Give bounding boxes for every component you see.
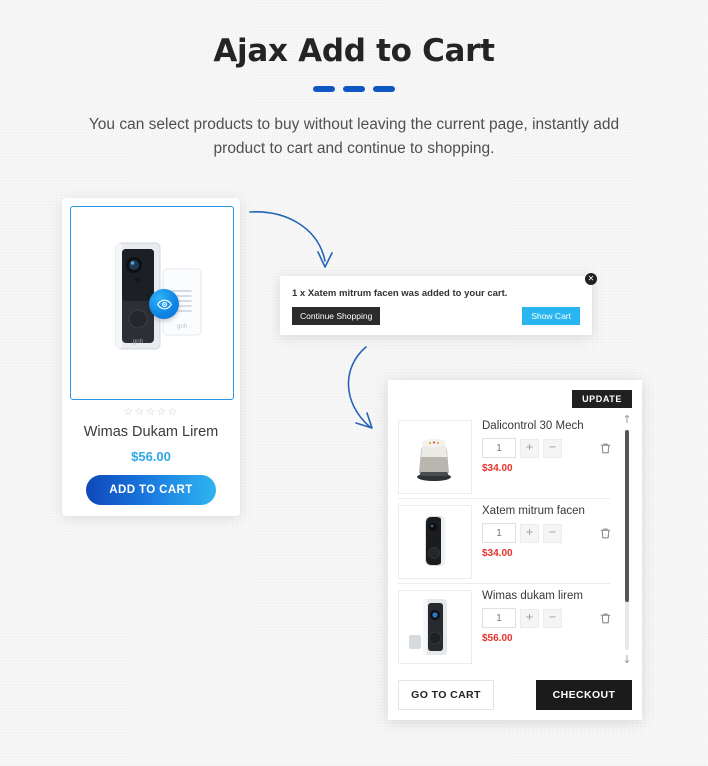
- page-subtitle: You can select products to buy without l…: [88, 116, 620, 157]
- remove-item-button[interactable]: [599, 527, 612, 540]
- cart-item-name: Wimas dukam lirem: [482, 590, 583, 602]
- cart-item-price: $56.00: [482, 633, 513, 644]
- cart-item-thumbnail[interactable]: [398, 505, 472, 579]
- quantity-increase-button[interactable]: +: [520, 608, 539, 628]
- quantity-increase-button[interactable]: +: [520, 438, 539, 458]
- divider-dash: [373, 86, 395, 92]
- trash-icon: [600, 528, 611, 539]
- continue-shopping-button[interactable]: Continue Shopping: [292, 307, 381, 325]
- trash-icon: [600, 443, 611, 454]
- product-rating-stars: ☆☆☆☆☆: [123, 406, 179, 418]
- quantity-stepper: + −: [482, 608, 612, 628]
- svg-text:gnh: gnh: [133, 338, 144, 345]
- cart-scrollbar[interactable]: ↑ ↓: [620, 414, 634, 666]
- quantity-stepper: + −: [482, 438, 612, 458]
- go-to-cart-button[interactable]: GO TO CART: [398, 680, 494, 710]
- svg-text:gnh: gnh: [177, 324, 187, 330]
- product-image-box[interactable]: gnh gnh: [70, 206, 234, 400]
- checkout-button[interactable]: CHECKOUT: [536, 680, 632, 710]
- cart-footer: GO TO CART CHECKOUT: [388, 666, 642, 720]
- cart-item-thumbnail[interactable]: [398, 420, 472, 494]
- close-icon[interactable]: ✕: [585, 273, 597, 285]
- cart-item: Dalicontrol 30 Mech + − $34.00: [398, 414, 612, 499]
- cart-item: Wimas dukam lirem + − $56.00: [398, 584, 612, 666]
- eye-icon: [156, 299, 172, 309]
- black-doorbell-icon: [425, 516, 445, 566]
- mini-cart-panel: UPDATE Dalicontrol 30 Mech 1 + − $34.00 …: [388, 380, 642, 720]
- cart-item-info: Xatem mitrum facen + − $34.00: [482, 505, 612, 559]
- cart-item-list: Dalicontrol 30 Mech + − $34.00: [388, 414, 620, 666]
- toast-message: 1 x Xatem mitrum facen was added to your…: [292, 288, 508, 299]
- scroll-up-icon[interactable]: ↑: [621, 414, 633, 426]
- smart-speaker-icon: [417, 439, 451, 481]
- remove-item-button[interactable]: [599, 612, 612, 625]
- page-title: Ajax Add to Cart: [213, 33, 495, 69]
- add-to-cart-button[interactable]: ADD TO CART: [86, 475, 216, 505]
- divider-dash: [313, 86, 335, 92]
- add-to-cart-toast: 1 x Xatem mitrum facen was added to your…: [280, 276, 592, 335]
- quantity-increase-button[interactable]: +: [520, 523, 539, 543]
- show-cart-button[interactable]: Show Cart: [522, 307, 580, 325]
- quantity-input[interactable]: [482, 438, 516, 458]
- product-card[interactable]: gnh gnh ☆☆☆☆☆ Wimas Dukam Lirem $56.00 A…: [62, 198, 240, 516]
- title-divider: [0, 86, 708, 92]
- cart-item-name: Dalicontrol 30 Mech: [482, 420, 584, 432]
- product-name: Wimas Dukam Lirem: [83, 424, 219, 440]
- cart-item-price: $34.00: [482, 548, 513, 559]
- quantity-decrease-button[interactable]: −: [543, 438, 562, 458]
- cart-item-info: Wimas dukam lirem + − $56.00: [482, 590, 612, 644]
- quantity-decrease-button[interactable]: −: [543, 523, 562, 543]
- quickview-button[interactable]: [149, 289, 179, 319]
- quantity-input[interactable]: [482, 608, 516, 628]
- cart-item: Xatem mitrum facen + − $34.00: [398, 499, 612, 584]
- cart-item-price: $34.00: [482, 463, 513, 474]
- quantity-stepper: + −: [482, 523, 612, 543]
- divider-dash: [343, 86, 365, 92]
- quantity-decrease-button[interactable]: −: [543, 608, 562, 628]
- quantity-input[interactable]: [482, 523, 516, 543]
- product-price: $56.00: [131, 449, 171, 464]
- remove-item-button[interactable]: [599, 442, 612, 455]
- scrollbar-track[interactable]: [625, 430, 629, 650]
- scroll-down-icon[interactable]: ↓: [621, 654, 633, 666]
- update-cart-button[interactable]: UPDATE: [572, 390, 632, 408]
- scrollbar-thumb[interactable]: [625, 430, 629, 602]
- trash-icon: [600, 613, 611, 624]
- cart-item-thumbnail[interactable]: [398, 590, 472, 664]
- doorbell-set-icon: [409, 599, 447, 655]
- cart-item-name: Xatem mitrum facen: [482, 505, 585, 517]
- arrow-product-to-toast: [249, 211, 333, 268]
- cart-item-info: Dalicontrol 30 Mech + − $34.00: [482, 420, 612, 474]
